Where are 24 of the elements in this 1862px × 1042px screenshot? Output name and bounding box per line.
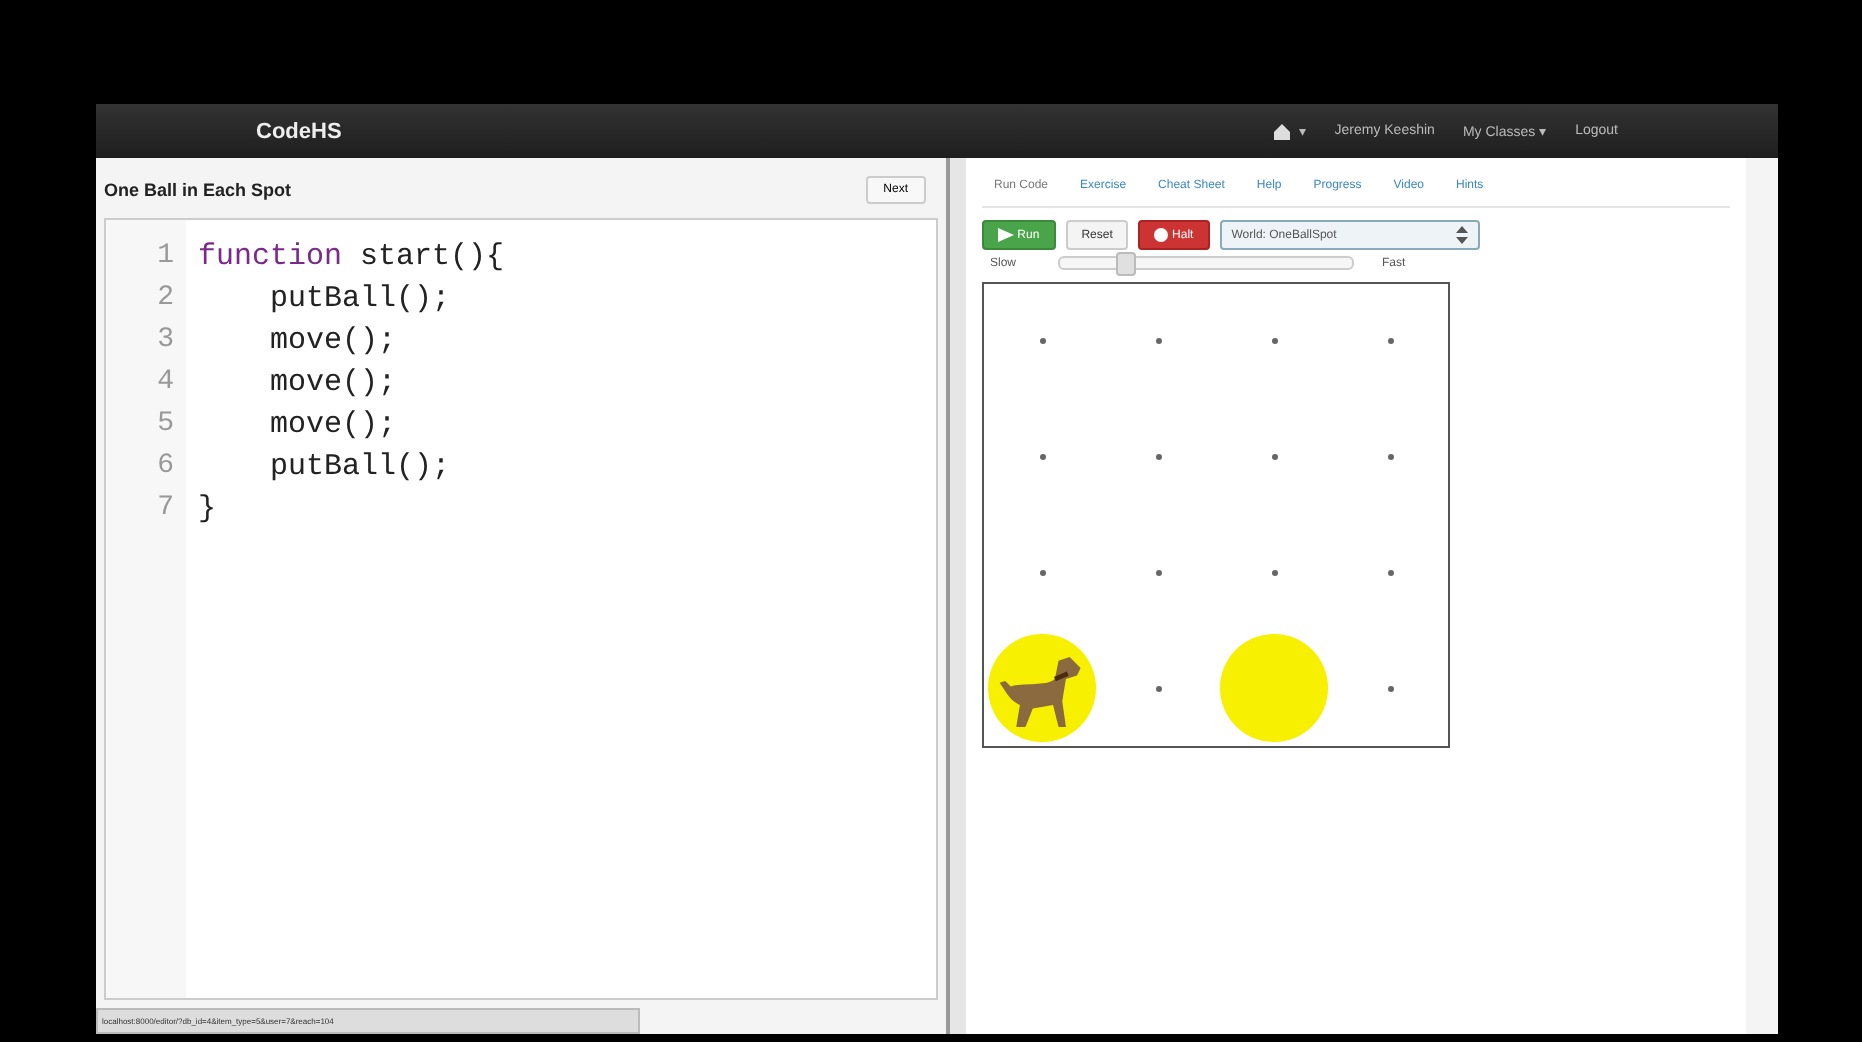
line-number: 6 <box>155 448 174 486</box>
line-number: 2 <box>155 280 174 318</box>
line-number: 3 <box>155 322 174 360</box>
home-icon <box>1272 121 1293 141</box>
brand-title[interactable]: CodeHS <box>256 119 342 143</box>
code-line: function start(){ <box>198 238 505 278</box>
line-number: 5 <box>155 406 174 444</box>
speed-slider[interactable] <box>1058 256 1354 270</box>
code-line: putBall(); <box>268 280 453 320</box>
code-line: } <box>198 490 219 530</box>
panel-splitter[interactable] <box>946 158 966 1034</box>
code-line: putBall(); <box>268 448 453 488</box>
code-line: move(); <box>268 364 399 404</box>
select-arrows-icon <box>1455 226 1468 244</box>
line-number: 1 <box>155 238 174 276</box>
code-line: move(); <box>268 406 399 446</box>
exercise-title: One Ball in Each Spot <box>104 180 292 200</box>
line-number: 4 <box>155 364 174 402</box>
stop-icon <box>1154 227 1169 242</box>
play-icon <box>998 227 1014 242</box>
slider-thumb[interactable] <box>1116 252 1137 276</box>
code-line: move(); <box>268 322 399 362</box>
line-number: 7 <box>155 490 174 528</box>
code-editor[interactable]: 1 2 3 4 5 6 7 function start(){ putBall(); move(); move(); move(); putBall(); } <box>104 218 938 1000</box>
